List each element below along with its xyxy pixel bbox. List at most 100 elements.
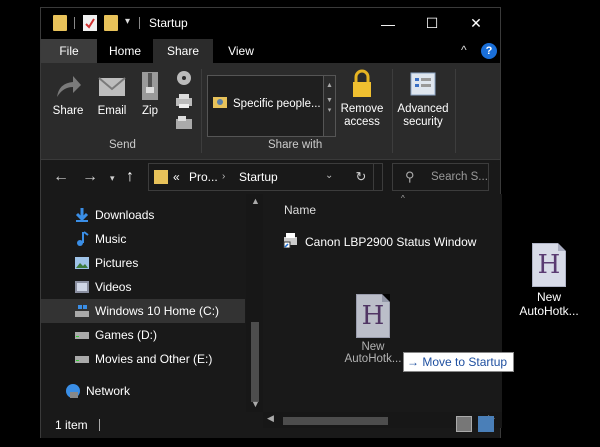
nav-item-label: Downloads <box>95 208 155 222</box>
ribbon: Share Email Zip Send Specific people... … <box>41 63 500 160</box>
up-arrow-icon[interactable]: ↑ <box>126 168 134 186</box>
scroll-down-icon[interactable]: ▼ <box>251 399 260 409</box>
nav-item-downloads[interactable]: Downloads <box>41 203 245 227</box>
address-row: ← → ▾ ↑ « Pro... › Startup ⌄ ↻ ⚲ Search … <box>41 160 500 194</box>
maximize-button[interactable]: ☐ <box>410 8 454 39</box>
nav-pane-scrollbar[interactable]: ▲ ▼ <box>246 194 263 412</box>
desktop-icon-label-1: New <box>536 290 561 304</box>
search-icon: ⚲ <box>405 169 415 184</box>
customize-toolbar-icon[interactable]: ▾ <box>125 16 130 27</box>
nav-item-music[interactable]: Music <box>41 227 245 251</box>
refresh-icon[interactable]: ↻ <box>349 163 374 191</box>
column-header-name[interactable]: Name <box>284 203 316 217</box>
scroll-left-icon[interactable]: ◀ <box>267 413 274 424</box>
item-count: 1 item <box>55 418 88 432</box>
share-with-scroller[interactable]: ▲ ▼ ▾ <box>324 75 336 137</box>
share-with-group-label: Share with <box>268 139 323 151</box>
large-icons-view-icon[interactable] <box>478 416 494 432</box>
nav-item-games-d[interactable]: Games (D:) <box>41 323 245 347</box>
desktop-icon-label-2: AutoHotk... <box>519 304 579 318</box>
file-name: Canon LBP2900 Status Window <box>305 234 477 249</box>
advanced-security-button[interactable]: Advanced security <box>396 71 450 129</box>
list-item[interactable]: Canon LBP2900 Status Window <box>283 232 476 251</box>
windows-drive-icon <box>74 303 90 319</box>
tab-home[interactable]: Home <box>99 39 151 63</box>
autohotkey-script-icon: H <box>532 243 566 287</box>
navigation-pane: Downloads Music Pictures Videos Windows … <box>41 194 263 412</box>
nav-item-label: Movies and Other (E:) <box>95 352 213 366</box>
breadcrumb-segment[interactable]: Startup <box>239 170 278 184</box>
scrollbar-thumb[interactable] <box>283 417 388 425</box>
group-divider <box>455 69 456 153</box>
print-icon[interactable] <box>175 93 193 112</box>
remove-access-button[interactable]: Remove access <box>338 69 386 129</box>
nav-item-videos[interactable]: Videos <box>41 275 245 299</box>
folder-icon <box>53 15 67 31</box>
desktop-file-icon[interactable]: H New AutoHotk... <box>512 243 586 318</box>
file-list-pane: ^ Name Canon LBP2900 Status Window H New… <box>263 194 502 412</box>
tab-share[interactable]: Share <box>153 39 213 63</box>
search-placeholder: Search S... <box>431 171 488 183</box>
nav-item-pictures[interactable]: Pictures <box>41 251 245 275</box>
shortcut-printer-icon <box>283 232 299 251</box>
explorer-window: ▾ Startup — ☐ ✕ File Home Share View ^ ?… <box>40 7 502 438</box>
share-with-value: Specific people... <box>233 97 321 110</box>
toolbar-divider <box>139 17 140 29</box>
nav-item-label: Network <box>86 384 131 398</box>
toolbar-divider <box>74 17 75 29</box>
tab-file[interactable]: File <box>41 39 97 63</box>
tab-view[interactable]: View <box>215 39 267 63</box>
advanced-security-label: Advanced security <box>397 103 449 128</box>
scroll-up-icon[interactable]: ▲ <box>251 196 260 206</box>
window-title: Startup <box>149 16 188 30</box>
zip-label: Zip <box>142 105 158 117</box>
title-bar: ▾ Startup — ☐ ✕ <box>41 8 500 39</box>
nav-item-movies-and-other-e[interactable]: Movies and Other (E:) <box>41 347 245 371</box>
people-icon <box>212 94 228 113</box>
email-icon <box>97 71 127 101</box>
close-button[interactable]: ✕ <box>454 8 498 39</box>
address-bar[interactable]: « Pro... › Startup ⌄ <box>148 163 383 191</box>
address-dropdown-icon[interactable]: ⌄ <box>325 170 333 181</box>
new-folder-icon[interactable] <box>104 15 118 31</box>
zip-button[interactable]: Zip <box>137 71 163 117</box>
properties-icon[interactable] <box>83 15 97 31</box>
drag-ghost-label-1: New <box>361 341 385 353</box>
nav-item-label: Games (D:) <box>95 328 158 342</box>
collapse-ribbon-icon[interactable]: ^ <box>461 43 467 57</box>
breadcrumb-segment[interactable]: Pro... <box>189 170 218 184</box>
nav-item-network[interactable]: Network <box>41 379 245 403</box>
music-note-icon <box>74 231 90 247</box>
videos-icon <box>74 279 90 295</box>
send-group-label: Send <box>109 139 136 151</box>
nav-item-windows-10-home-c[interactable]: Windows 10 Home (C:) <box>41 299 245 323</box>
email-button[interactable]: Email <box>93 71 131 117</box>
details-view-icon[interactable] <box>456 416 472 432</box>
download-arrow-icon <box>74 207 90 223</box>
status-bar <box>41 428 500 438</box>
breadcrumb-chevron-icon[interactable]: › <box>222 171 225 182</box>
scrollbar-thumb[interactable] <box>251 322 259 402</box>
address-overflow[interactable]: « <box>173 170 180 184</box>
share-button[interactable]: Share <box>49 71 87 117</box>
recent-locations-icon[interactable]: ▾ <box>110 173 115 184</box>
zip-icon <box>139 71 161 101</box>
folder-icon <box>154 170 168 184</box>
nav-item-label: Music <box>95 232 127 246</box>
nav-item-label: Windows 10 Home (C:) <box>95 304 220 318</box>
burn-disc-icon[interactable] <box>176 70 192 89</box>
search-box[interactable]: ⚲ Search S... <box>392 163 489 191</box>
group-divider <box>201 69 202 153</box>
minimize-button[interactable]: — <box>366 8 410 39</box>
help-icon[interactable]: ? <box>481 43 497 59</box>
email-label: Email <box>97 105 127 117</box>
share-with-dropdown[interactable]: Specific people... <box>207 75 324 137</box>
pictures-icon <box>74 255 90 271</box>
lock-icon <box>351 69 373 99</box>
remove-access-label: Remove access <box>340 103 384 128</box>
fax-icon[interactable] <box>175 115 193 134</box>
network-icon <box>65 383 81 399</box>
back-arrow-icon[interactable]: ← <box>53 168 69 186</box>
forward-arrow-icon[interactable]: → <box>82 168 98 186</box>
nav-item-label: Pictures <box>95 256 139 270</box>
